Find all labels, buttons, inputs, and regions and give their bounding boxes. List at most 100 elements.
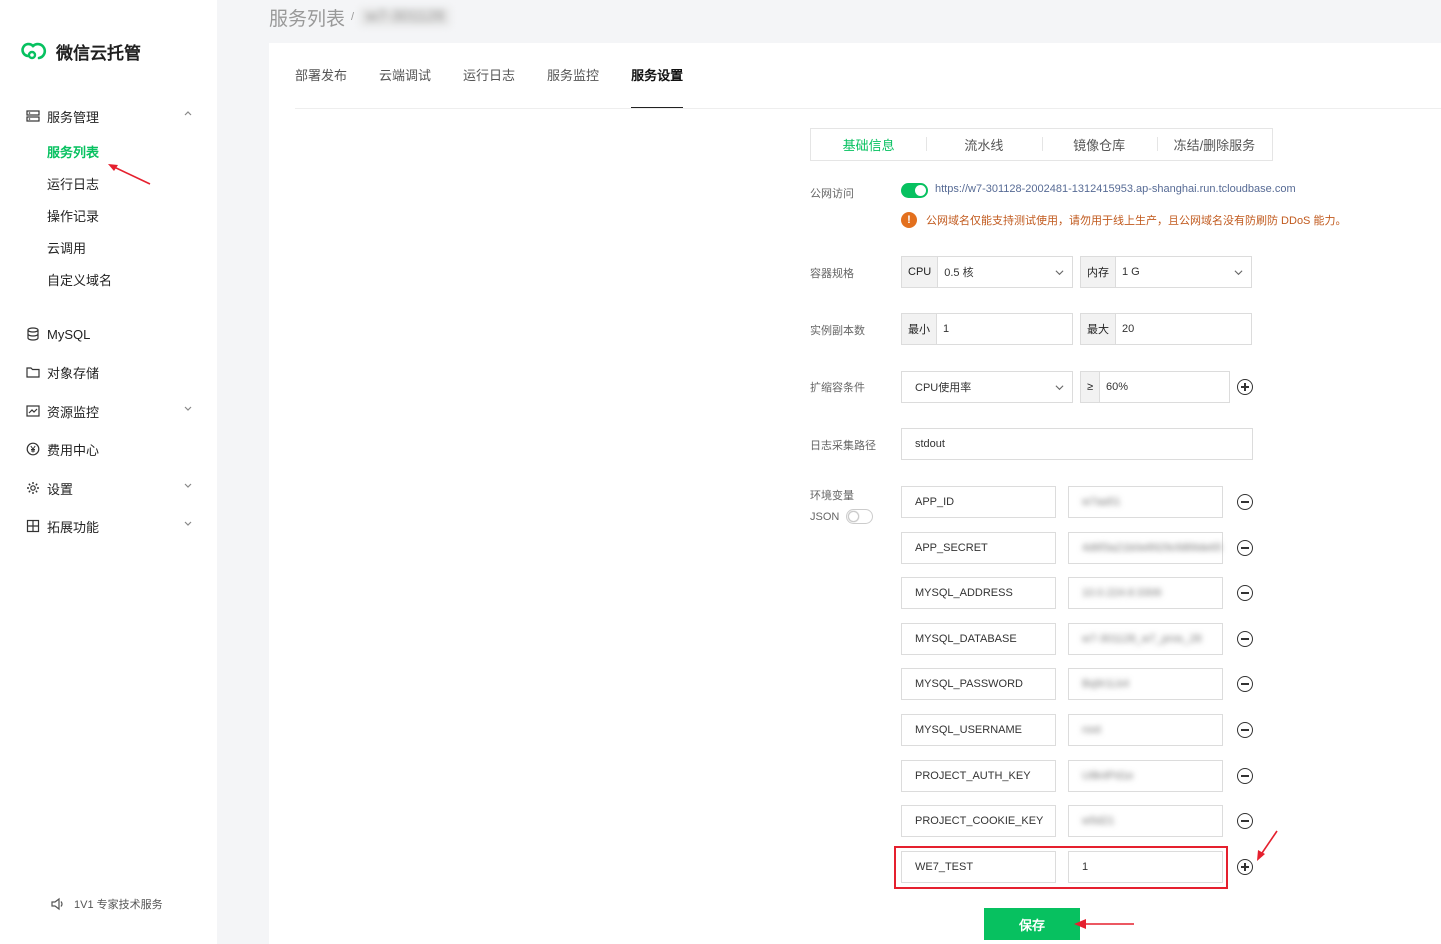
env-key-input[interactable]: MYSQL_DATABASE	[901, 623, 1056, 655]
cpu-select[interactable]: CPU 0.5 核	[901, 256, 1073, 288]
env-value-input[interactable]: Bq9r1Lk4	[1068, 668, 1223, 700]
env-key-input[interactable]: PROJECT_COOKIE_KEY	[901, 805, 1056, 837]
env-key-input[interactable]: MYSQL_ADDRESS	[901, 577, 1056, 609]
subtab-pipeline[interactable]: 流水线	[926, 135, 1041, 154]
remove-env-button[interactable]	[1237, 631, 1253, 647]
sidebar-group-label: 设置	[47, 481, 74, 497]
env-value-input[interactable]: w7-301128_w7_pros_28	[1068, 623, 1223, 655]
cpu-value: 0.5 核	[944, 267, 974, 279]
scaling-threshold-value: 60%	[1106, 381, 1129, 393]
env-value-value: Bq9r1Lk4	[1082, 678, 1130, 690]
remove-env-button[interactable]	[1237, 813, 1253, 829]
log-path-value: stdout	[915, 438, 945, 450]
remove-env-button[interactable]	[1237, 494, 1253, 510]
env-vars-label: 环境变量	[810, 490, 854, 502]
sidebar-group-extensions[interactable]: 拓展功能	[0, 514, 217, 538]
env-key-input[interactable]: MYSQL_USERNAME	[901, 714, 1056, 746]
sidebar-group-label: 拓展功能	[47, 519, 100, 535]
breadcrumb-separator: /	[351, 11, 355, 23]
sidebar-item-cloud-call[interactable]: 云调用	[47, 239, 86, 259]
tab-cloud-debug[interactable]: 云端调试	[379, 43, 431, 109]
app-title: 微信云托管	[56, 43, 141, 63]
warning-icon: !	[901, 212, 917, 228]
remove-env-button[interactable]	[1237, 676, 1253, 692]
memory-addon: 内存	[1081, 257, 1116, 287]
log-path-input[interactable]: stdout	[901, 428, 1253, 460]
subtab-freeze-delete[interactable]: 冻结/删除服务	[1156, 135, 1272, 154]
env-value-value: 10.0.224.6:3306	[1082, 587, 1162, 599]
env-key-value: MYSQL_PASSWORD	[915, 678, 1023, 690]
sidebar: 微信云托管 服务管理 服务列表 运行日志 操作记录 云调用 自定义域名 MySQ…	[0, 0, 217, 944]
public-access-warning: ! 公网域名仅能支持测试使用，请勿用于线上生产，且公网域名没有防刷防 DDoS …	[901, 212, 1346, 228]
sidebar-group-object-storage[interactable]: 对象存储	[0, 360, 217, 384]
env-value-value: w7aa51	[1082, 496, 1121, 508]
annotation-arrow-sidebar	[108, 164, 151, 185]
add-scaling-rule-button[interactable]	[1237, 379, 1253, 395]
add-env-button[interactable]	[1237, 859, 1253, 875]
env-value-value: U8k4Pd1e	[1082, 770, 1134, 782]
env-key-input[interactable]: PROJECT_AUTH_KEY	[901, 760, 1056, 792]
max-value: 20	[1122, 323, 1135, 335]
breadcrumb-service-list[interactable]: 服务列表	[269, 4, 345, 31]
env-value-input[interactable]: w7aa51	[1068, 486, 1223, 518]
scaling-condition-select[interactable]: CPU使用率	[901, 371, 1073, 403]
chevron-down-icon	[184, 521, 192, 526]
sidebar-group-billing[interactable]: 费用中心	[0, 437, 217, 461]
server-icon	[25, 108, 41, 124]
sidebar-group-label: 对象存储	[47, 365, 100, 381]
save-button[interactable]: 保存	[984, 908, 1080, 940]
sidebar-group-label: 服务管理	[47, 109, 100, 125]
tab-service-monitor[interactable]: 服务监控	[547, 43, 599, 109]
env-key-input[interactable]: MYSQL_PASSWORD	[901, 668, 1056, 700]
env-value-input[interactable]: U8k4Pd1e	[1068, 760, 1223, 792]
app-logo[interactable]: 微信云托管	[20, 38, 141, 64]
sidebar-item-custom-domain[interactable]: 自定义域名	[47, 271, 112, 291]
public-access-label: 公网访问	[810, 188, 854, 200]
min-addon: 最小	[902, 314, 937, 344]
remove-env-button[interactable]	[1237, 768, 1253, 784]
scaling-threshold-input[interactable]: ≥ 60%	[1080, 371, 1230, 403]
scaling-condition-value: CPU使用率	[915, 382, 972, 394]
folder-icon	[25, 364, 41, 380]
chevron-down-icon	[184, 483, 192, 488]
sidebar-item-run-logs[interactable]: 运行日志	[47, 175, 99, 195]
env-value-input[interactable]: root	[1068, 714, 1223, 746]
min-replicas-input[interactable]: 最小 1	[901, 313, 1073, 345]
env-key-input[interactable]: APP_ID	[901, 486, 1056, 518]
sidebar-item-operation-records[interactable]: 操作记录	[47, 207, 99, 227]
remove-env-button[interactable]	[1237, 722, 1253, 738]
public-url-link[interactable]: https://w7-301128-2002481-1312415953.ap-…	[935, 183, 1296, 195]
sidebar-group-service-management[interactable]: 服务管理	[0, 104, 217, 128]
sidebar-group-resource-monitor[interactable]: 资源监控	[0, 399, 217, 423]
public-access-toggle[interactable]	[901, 183, 928, 198]
remove-env-button[interactable]	[1237, 540, 1253, 556]
remove-env-button[interactable]	[1237, 585, 1253, 601]
sidebar-item-service-list[interactable]: 服务列表	[47, 143, 99, 163]
tabs-divider	[295, 108, 1441, 109]
env-value-input[interactable]: w5d21	[1068, 805, 1223, 837]
tab-deploy[interactable]: 部署发布	[295, 43, 347, 109]
env-value-input[interactable]: 10.0.224.6:3306	[1068, 577, 1223, 609]
tab-run-logs[interactable]: 运行日志	[463, 43, 515, 109]
chevron-down-icon	[184, 406, 192, 411]
env-key-input[interactable]: APP_SECRET	[901, 532, 1056, 564]
sidebar-group-mysql[interactable]: MySQL	[0, 322, 217, 346]
sidebar-group-settings[interactable]: 设置	[0, 476, 217, 500]
json-mode-toggle[interactable]	[846, 509, 873, 524]
grid-icon	[25, 518, 41, 534]
speaker-icon	[51, 897, 63, 911]
expert-support-label: 1V1 专家技术服务	[74, 899, 163, 911]
annotation-highlight-box	[894, 846, 1228, 889]
scaling-operator: ≥	[1081, 372, 1101, 402]
expert-support-link[interactable]: 1V1 专家技术服务	[50, 896, 163, 912]
yen-icon	[25, 441, 41, 457]
max-replicas-input[interactable]: 最大 20	[1080, 313, 1252, 345]
tab-service-settings[interactable]: 服务设置	[631, 43, 684, 109]
memory-select[interactable]: 内存 1 G	[1080, 256, 1252, 288]
subtab-basic-info[interactable]: 基础信息	[811, 135, 926, 154]
subtab-image-repo[interactable]: 镜像仓库	[1041, 135, 1157, 154]
env-value-input[interactable]: 4d6f3a21b0e8929cfd89de65	[1068, 532, 1223, 564]
chevron-down-icon	[1234, 270, 1243, 276]
json-label: JSON	[810, 511, 840, 523]
env-key-value: MYSQL_USERNAME	[915, 724, 1022, 736]
